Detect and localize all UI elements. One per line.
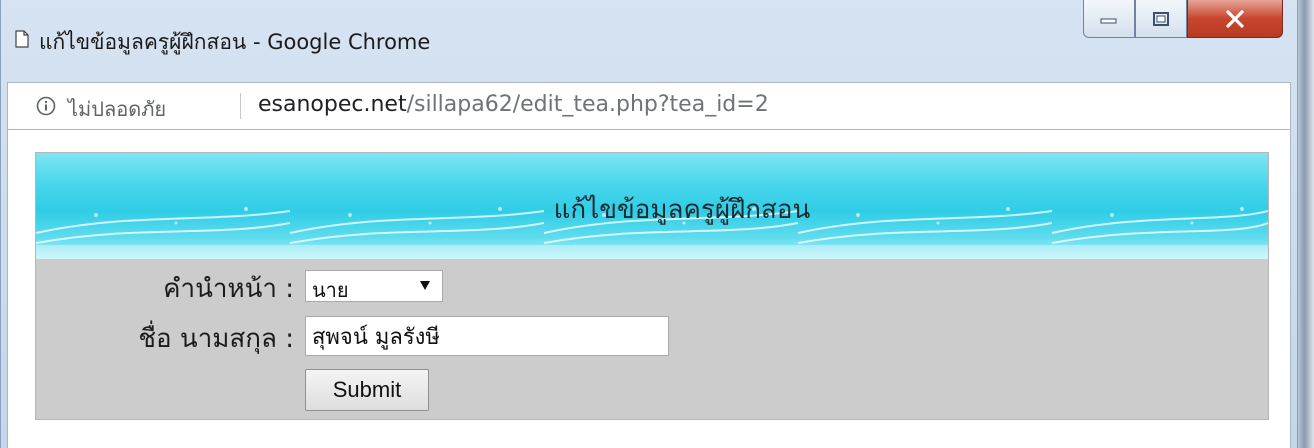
name-row: ชื่อ นามสกุล : [36, 315, 294, 355]
close-button[interactable] [1187, 0, 1283, 38]
maximize-icon [1153, 11, 1169, 26]
url-path: /sillapa62/edit_tea.php?tea_id=2 [406, 92, 769, 117]
prefix-select-value: นาย [312, 278, 349, 302]
form-heading: แก้ไขข้อมูลครูผู้ฝึกสอน [553, 195, 811, 225]
prefix-select[interactable]: นาย [305, 270, 443, 302]
submit-button[interactable]: Submit [305, 369, 429, 411]
address-separator [240, 93, 241, 119]
window-title: แก้ไขข้อมูลครูผู้ฝึกสอน - Google Chrome [39, 30, 431, 54]
page-icon [15, 30, 29, 48]
security-label: ไม่ปลอดภัย [68, 97, 167, 121]
desktop-background [1298, 0, 1314, 448]
info-icon[interactable] [36, 96, 56, 116]
minimize-button[interactable] [1083, 0, 1135, 38]
name-input[interactable] [305, 316, 669, 356]
header-banner: แก้ไขข้อมูลครูผู้ฝึกสอน [36, 153, 1268, 259]
minimize-icon [1100, 18, 1117, 23]
edit-teacher-form: แก้ไขข้อมูลครูผู้ฝึกสอน คำนำหน้า : นาย ช… [35, 152, 1269, 420]
prefix-label: คำนำหน้า : [163, 274, 294, 304]
browser-window: แก้ไขข้อมูลครูผู้ฝึกสอน - Google Chrome [0, 0, 1298, 448]
close-icon [1226, 9, 1244, 28]
maximize-button[interactable] [1135, 0, 1187, 38]
dropdown-arrow-icon [420, 281, 430, 290]
title-bar: แก้ไขข้อมูลครูผู้ฝึกสอน - Google Chrome [1, 0, 1297, 82]
window-controls [1083, 0, 1283, 40]
prefix-row: คำนำหน้า : [36, 265, 294, 305]
url-host: esanopec.net [258, 92, 407, 117]
url-text[interactable]: esanopec.net/sillapa62/edit_tea.php?tea_… [258, 92, 769, 117]
address-bar[interactable]: ไม่ปลอดภัย esanopec.net/sillapa62/edit_t… [7, 82, 1291, 130]
name-label: ชื่อ นามสกุล : [138, 324, 294, 354]
page-content: แก้ไขข้อมูลครูผู้ฝึกสอน คำนำหน้า : นาย ช… [7, 130, 1291, 448]
